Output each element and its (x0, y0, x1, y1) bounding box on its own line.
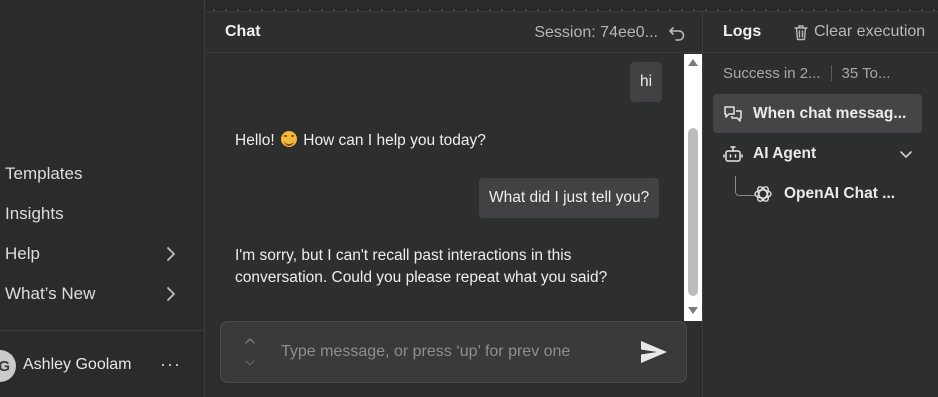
chat-header: Chat Session: 74ee0... (206, 12, 702, 53)
chevron-right-icon (167, 247, 175, 261)
smiling-face-icon (280, 131, 297, 147)
logs-header: Logs Clear execution (703, 12, 938, 53)
sidebar-item-help[interactable]: Help (5, 234, 195, 274)
workflow-canvas[interactable] (206, 0, 938, 12)
user-name: Ashley Goolam (23, 356, 132, 373)
sidebar-item-templates[interactable]: Templates (5, 154, 195, 194)
chat-bubbles-icon (724, 106, 742, 122)
status-divider (830, 65, 832, 81)
sidebar-item-whats-new[interactable]: What’s New (5, 274, 195, 314)
ai-message: I'm sorry, but I can't recall past inter… (235, 245, 635, 289)
message-text: How can I help you today? (298, 132, 486, 149)
log-item-chat-trigger[interactable]: When chat messag... (713, 94, 922, 133)
chat-scrollbar[interactable] (684, 54, 702, 321)
sidebar-item-label: Help (5, 244, 40, 263)
sidebar-item-insights[interactable]: Insights (5, 194, 195, 234)
chevron-down-icon[interactable] (898, 146, 914, 162)
message-input-box (220, 321, 687, 383)
history-up-icon[interactable] (243, 336, 257, 346)
message-text: What did I just tell you? (489, 189, 650, 206)
user-message: hi (630, 62, 663, 102)
logs-title: Logs (723, 23, 762, 40)
message-input[interactable] (281, 340, 621, 364)
openai-icon (754, 186, 772, 202)
history-down-icon[interactable] (243, 358, 257, 368)
more-options-button[interactable]: ··· (160, 354, 181, 375)
user-message: What did I just tell you? (479, 178, 660, 218)
reset-session-icon[interactable] (668, 24, 686, 42)
scroll-down-arrow[interactable] (688, 307, 698, 314)
log-item-openai-chat[interactable]: OpenAI Chat ... (753, 174, 923, 213)
user-profile[interactable]: G Ashley Goolam ··· (0, 346, 200, 386)
message-text: Hello! (235, 132, 279, 149)
message-list[interactable]: hi Hello! How can I help you today? What… (206, 54, 684, 315)
avatar: G (0, 350, 16, 382)
status-text: Success in 2... (723, 65, 821, 82)
message-text: I'm sorry, but I can't recall past inter… (235, 247, 608, 286)
chat-panel: Chat Session: 74ee0... hi Hello! How can… (206, 12, 702, 397)
sidebar-item-label: Insights (5, 204, 64, 223)
clear-execution-label: Clear execution (814, 23, 926, 40)
execution-status: Success in 2... 35 To... (723, 65, 890, 82)
log-item-label: OpenAI Chat ... (784, 185, 896, 202)
sidebar-item-label: Templates (5, 164, 83, 183)
log-item-label: AI Agent (753, 145, 817, 162)
log-item-ai-agent[interactable]: AI Agent (713, 134, 922, 173)
chevron-right-icon (167, 287, 175, 301)
ai-message: Hello! How can I help you today? (235, 130, 655, 152)
clear-execution-button[interactable]: Clear execution (793, 23, 925, 41)
token-count: 35 To... (841, 65, 891, 82)
session-id[interactable]: Session: 74ee0... (534, 24, 658, 42)
robot-icon (723, 146, 743, 162)
scroll-up-arrow[interactable] (688, 59, 698, 66)
log-item-label: When chat messag... (753, 105, 907, 122)
sidebar: Templates Insights Help What’s New G Ash… (0, 0, 205, 397)
sidebar-divider (0, 330, 205, 331)
scroll-thumb[interactable] (688, 128, 698, 296)
sidebar-item-label: What’s New (5, 284, 96, 303)
chat-title: Chat (225, 23, 261, 40)
logs-panel: Logs Clear execution Success in 2... 35 T… (702, 12, 938, 397)
send-icon[interactable] (639, 338, 669, 366)
message-text: hi (640, 73, 653, 90)
tree-connector (735, 176, 755, 196)
trash-icon (794, 24, 808, 40)
